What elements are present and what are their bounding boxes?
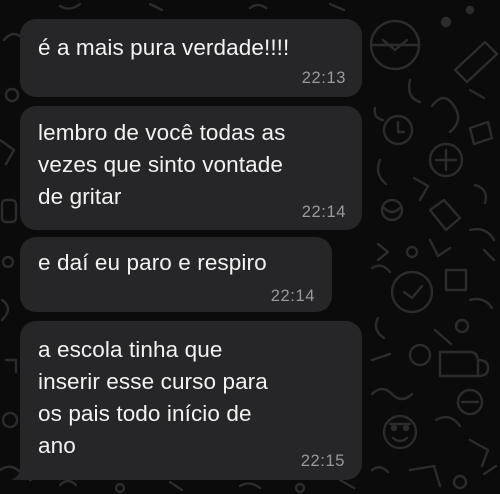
message-timestamp: 22:14 <box>270 287 315 305</box>
message-bubble[interactable]: e daí eu paro e respiro 22:14 <box>20 237 332 312</box>
message-bubble[interactable]: a escola tinha que inserir esse curso pa… <box>11 321 362 480</box>
message-text-line: de gritar <box>38 184 122 209</box>
message-text-line: inserir esse curso para <box>38 369 268 394</box>
message-text-line: ano <box>38 433 76 458</box>
bubble-tail-icon <box>11 462 31 480</box>
message-bubble[interactable]: lembro de você todas as vezes que sinto … <box>20 106 362 230</box>
message-timestamp: 22:14 <box>301 203 346 221</box>
message-timestamp: 22:13 <box>301 69 346 87</box>
message-timestamp: 22:15 <box>300 452 345 470</box>
message-bubble[interactable]: é a mais pura verdade!!!! 22:13 <box>20 19 362 97</box>
message-text: é a mais pura verdade!!!! <box>38 35 290 60</box>
message-text-line: a escola tinha que <box>38 337 223 362</box>
message-text-line: vezes que sinto vontade <box>38 152 283 177</box>
message-text-line: lembro de você todas as <box>38 120 286 145</box>
message-text: e daí eu paro e respiro <box>38 250 267 275</box>
message-text-line: os pais todo início de <box>38 401 252 426</box>
